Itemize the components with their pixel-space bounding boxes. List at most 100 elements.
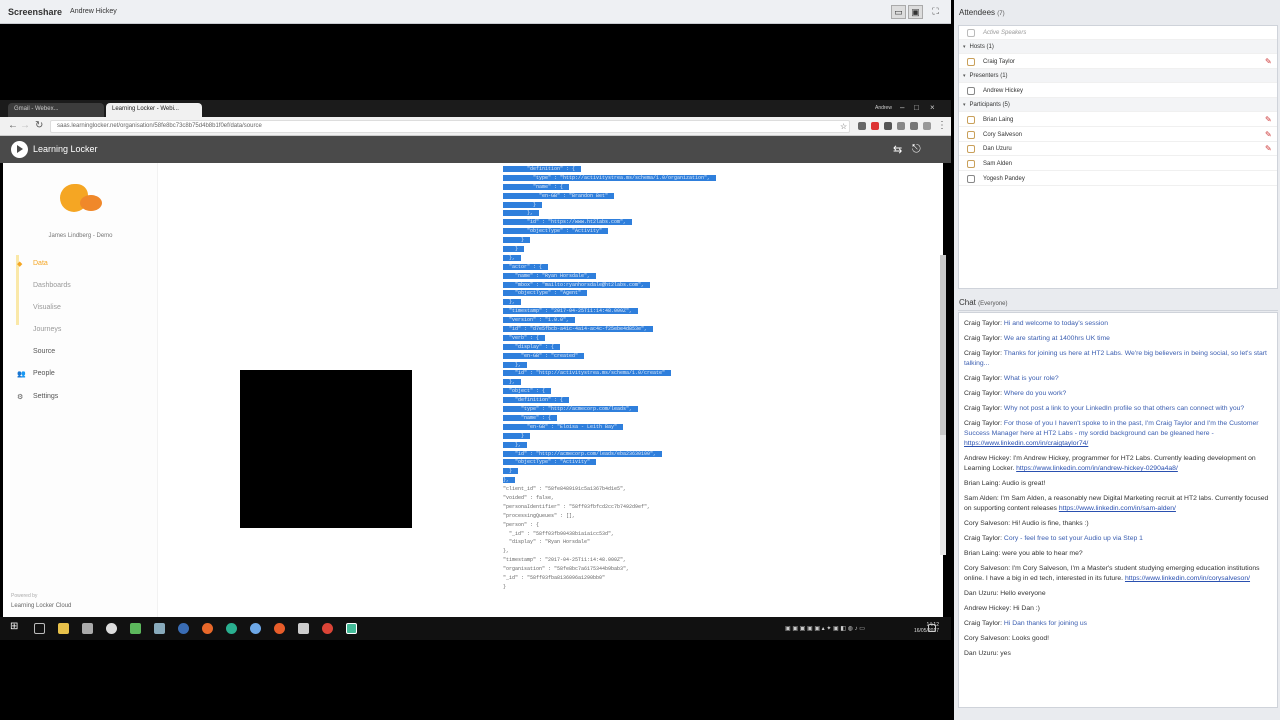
attendee-row[interactable]: Brian Laing ✎ — [959, 113, 1277, 127]
bookmark-star-icon[interactable]: ☆ — [840, 121, 847, 133]
app-root: Screenshare Andrew Hickey ▭ ▣ ⛶ Gmail - … — [0, 0, 1280, 720]
chat-text: Hello everyone — [1000, 590, 1046, 597]
nav-data[interactable]: Data — [33, 260, 48, 267]
attendee-row[interactable]: Dan Uzuru ✎ — [959, 142, 1277, 156]
json-line: "actor" : { — [503, 263, 918, 272]
forward-icon[interactable]: → — [20, 120, 30, 132]
chat-scope: (Everyone) — [978, 301, 1008, 307]
json-line-text: "name" : { — [503, 183, 570, 190]
participants-group[interactable]: ▾ Participants (5) — [959, 98, 1277, 112]
chat-text: Why not post a link to your LinkedIn pro… — [1003, 405, 1245, 412]
chat-message: Craig Taylor: We are starting at 1400hrs… — [964, 334, 1272, 344]
nav-settings[interactable]: Settings — [33, 393, 58, 400]
chat-message: Craig Taylor: Cory - feel free to set yo… — [964, 534, 1272, 544]
chat-sender: Brian Laing: — [964, 480, 1002, 487]
json-line: "en-GB" : "Brandon Bet" — [503, 192, 918, 201]
chrome-icon[interactable] — [322, 623, 333, 634]
app-icon[interactable] — [298, 623, 309, 634]
app-icon[interactable] — [346, 623, 357, 634]
app-icon[interactable] — [250, 623, 261, 634]
json-line-text: }, — [503, 441, 528, 448]
attendee-name: Andrew Hickey — [983, 87, 1024, 94]
screenshare-window: Screenshare Andrew Hickey ▭ ▣ ⛶ Gmail - … — [0, 0, 951, 720]
json-line: "_id" : "58ff03fb90438b1a1a1cc53d", — [503, 530, 918, 539]
attendee-row[interactable]: Cory Salveson ✎ — [959, 128, 1277, 142]
json-line-text: "id" : "d7e5fbcb-a41c-4a14-ac4c-f25ebe4d… — [503, 326, 654, 333]
mic-muted-icon[interactable]: ✎ — [1265, 130, 1272, 139]
task-view-icon[interactable] — [34, 623, 45, 634]
attendee-name: Sam Alden — [983, 160, 1013, 167]
json-line-text: "type" : "http://acmecorp.com/leads", — [503, 406, 639, 413]
app-icon[interactable] — [178, 623, 189, 634]
nav-people[interactable]: People — [33, 370, 55, 377]
json-line: "definition" : { — [503, 165, 918, 174]
app-icon[interactable] — [130, 623, 141, 634]
extension-icon[interactable] — [871, 122, 879, 130]
chat-link[interactable]: https://www.linkedin.com/in/craigtaylor7… — [964, 440, 1088, 447]
back-icon[interactable]: ← — [8, 120, 18, 132]
app-icon[interactable] — [106, 623, 117, 634]
chat-sender: Andrew Hickey: — [964, 605, 1014, 612]
maximize-icon[interactable]: □ — [914, 103, 919, 112]
view-mode-icon[interactable]: ▭ — [891, 5, 906, 19]
json-line: "id" : "http://acmecorp.com/leads/eba236… — [503, 450, 918, 459]
app-icon[interactable] — [202, 623, 213, 634]
chat-text: yes — [1000, 650, 1011, 657]
switch-org-icon[interactable]: ⇆ — [893, 143, 902, 156]
nav-source[interactable]: Source — [33, 348, 55, 355]
json-line: }, — [503, 254, 918, 263]
app-icon[interactable] — [82, 623, 93, 634]
mic-muted-icon[interactable]: ✎ — [1265, 57, 1272, 66]
extension-icon[interactable] — [897, 122, 905, 130]
close-icon[interactable]: × — [930, 103, 935, 112]
statement-json-viewer[interactable]: "definition" : { "type" : "http://activi… — [503, 163, 918, 610]
attendee-row[interactable]: Yogesh Pandey — [959, 172, 1277, 186]
nav-journeys[interactable]: Journeys — [33, 326, 61, 333]
logout-icon[interactable]: ⎋ — [912, 143, 921, 156]
json-line: }, — [503, 298, 918, 307]
nav-visualise[interactable]: Visualise — [33, 304, 61, 311]
json-line-text: "actor" : { — [503, 263, 549, 270]
attendee-row[interactable]: Andrew Hickey — [959, 84, 1277, 98]
mic-muted-icon[interactable]: ✎ — [1265, 115, 1272, 124]
browser-tab[interactable]: Gmail - Webex... — [8, 103, 104, 117]
notifications-icon[interactable] — [928, 624, 936, 632]
mic-muted-icon[interactable]: ✎ — [1265, 144, 1272, 153]
reload-icon[interactable]: ↻ — [35, 120, 43, 132]
extension-icon[interactable] — [910, 122, 918, 130]
fit-window-icon[interactable]: ▣ — [908, 5, 923, 19]
extension-icon[interactable] — [858, 122, 866, 130]
nav-dashboards[interactable]: Dashboards — [33, 282, 71, 289]
chat-link[interactable]: https://www.linkedin.com/in/sam-alden/ — [1059, 505, 1176, 512]
attendee-row[interactable]: Craig Taylor ✎ — [959, 55, 1277, 69]
settings-gear-icon: ⚙ — [17, 394, 24, 401]
page-scrollbar[interactable] — [940, 255, 946, 555]
minimize-icon[interactable]: – — [900, 103, 904, 112]
chat-sender: Craig Taylor: — [964, 375, 1004, 382]
browser-menu-icon[interactable]: ⋮ — [937, 120, 947, 132]
address-bar[interactable]: saas.learninglocker.net/organisation/58f… — [50, 120, 850, 133]
app-icon[interactable] — [274, 623, 285, 634]
app-icon[interactable] — [154, 623, 165, 634]
chat-link[interactable]: https://www.linkedin.com/in/corysalveson… — [1125, 575, 1250, 582]
hosts-group[interactable]: ▾ Hosts (1) — [959, 40, 1277, 54]
browser-tab-active[interactable]: Learning Locker - Webi... — [106, 103, 202, 117]
presenters-group[interactable]: ▾ Presenters (1) — [959, 69, 1277, 83]
attendee-name: Craig Taylor — [983, 58, 1015, 65]
chat-message: Craig Taylor: What is your role? — [964, 374, 1272, 384]
extension-icon[interactable] — [923, 122, 931, 130]
json-line-text: "id" : "https://www.ht2labs.com", — [503, 219, 633, 226]
powered-label: Powered by — [11, 593, 38, 599]
json-line-text: "verb" : { — [503, 334, 546, 341]
chat-link[interactable]: https://www.linkedin.com/in/andrew-hicke… — [1016, 465, 1178, 472]
attendee-row[interactable]: Sam Alden — [959, 157, 1277, 171]
app-icon[interactable] — [226, 623, 237, 634]
tray-icons[interactable]: ▣ ▣ ▣ ▣ ▣ ▴ ✦ ▣ ◧ ◍ ♪ ▭ — [785, 625, 865, 632]
start-icon[interactable]: ⊞ — [10, 621, 18, 632]
chat-log[interactable]: Craig Taylor: Hi and welcome to today's … — [958, 312, 1278, 708]
ll-sidebar: James Lindberg - Demo ◆ Data Dashboards … — [3, 163, 158, 626]
file-explorer-icon[interactable] — [58, 623, 69, 634]
hosts-label: Hosts (1) — [969, 43, 994, 50]
fullscreen-icon[interactable]: ⛶ — [928, 5, 943, 19]
extension-icon[interactable] — [884, 122, 892, 130]
